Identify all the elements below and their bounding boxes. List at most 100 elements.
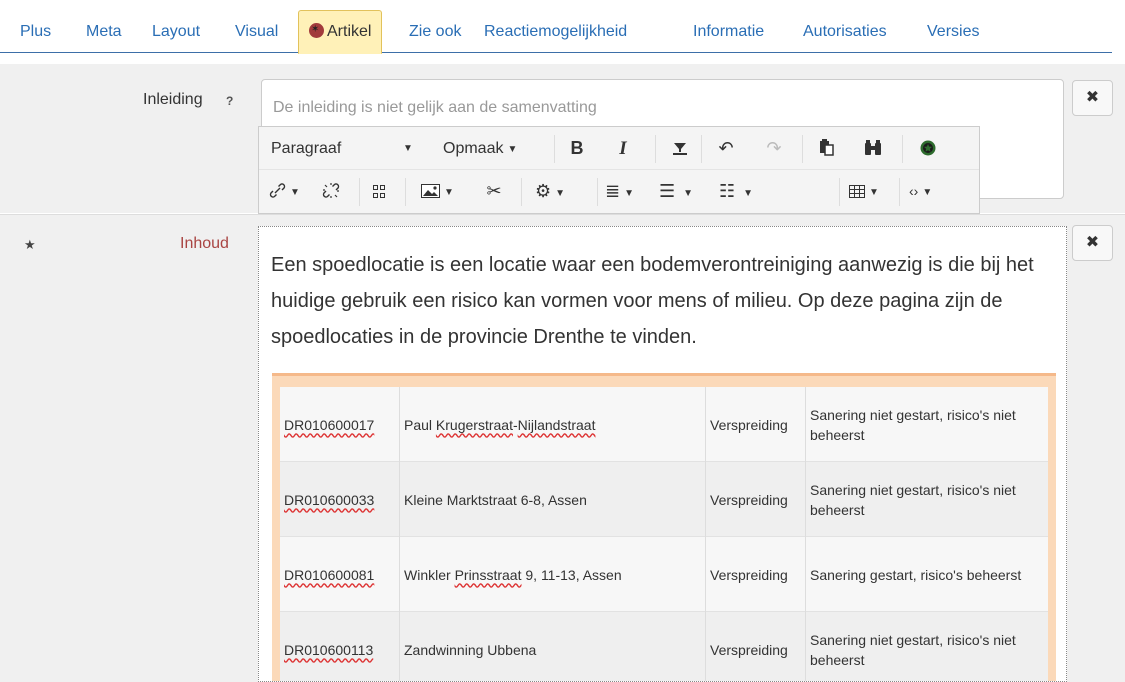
special-char-button[interactable] — [917, 127, 939, 170]
chevron-down-icon: ▼ — [683, 188, 694, 199]
format-block-label: Paragraaf — [271, 140, 342, 157]
grid-icon — [373, 185, 385, 198]
location-type: Verspreiding — [710, 641, 788, 658]
inleiding-label: Inleiding — [143, 91, 203, 108]
location-code: DR010600033 — [284, 491, 375, 508]
table-cell-code: DR010600033 — [280, 462, 400, 537]
tab-autorisaties[interactable]: Autorisaties — [793, 11, 897, 53]
tab-bar: Plus Meta Layout Visual Artikel Zie ook … — [0, 0, 1112, 54]
table-cell-status: Sanering niet gestart, risico's niet beh… — [806, 387, 1048, 462]
tab-zie-ook[interactable]: Zie ook — [399, 11, 471, 53]
toolbar-row-2: ▼ ▼ ✂ ⚙ ▼ ≣ ▼ ☰ ▼ ☷ ▼ ▼ ‹› ▼ — [259, 170, 979, 213]
spoedlocaties-table: DR010600017 Paul Krugerstraat-Nijlandstr… — [272, 373, 1056, 681]
source-code-dropdown[interactable]: ‹› ▼ — [909, 170, 932, 213]
settings-dropdown[interactable]: ⚙ ▼ — [535, 170, 565, 213]
table-cell-name: Kleine Marktstraat 6-8, Assen — [400, 462, 706, 537]
inhoud-label: Inhoud — [180, 235, 229, 252]
table-cell-type: Verspreiding — [706, 537, 806, 612]
location-name: Zandwinning Ubbena — [404, 641, 537, 658]
editor-toolbar: Paragraaf ▼ Opmaak ▼ B I ↶ ↷ ▼ ▼ ✂ ⚙ ▼ ≣… — [258, 126, 980, 214]
table-cell-code: DR010600081 — [280, 537, 400, 612]
delete-inhoud-button[interactable]: ✖ — [1072, 225, 1113, 261]
intro-paragraph: Een spoedlocatie is een locatie waar een… — [271, 254, 1034, 348]
styles-label: Opmaak — [443, 140, 504, 157]
special-char-icon — [920, 140, 936, 156]
numbered-list-icon: ☷ — [719, 181, 736, 201]
format-block-dropdown[interactable]: Paragraaf — [271, 127, 341, 170]
table-cell-type: Verspreiding — [706, 462, 806, 537]
table-dropdown[interactable]: ▼ — [849, 170, 879, 213]
chevron-down-icon: ▼ — [555, 188, 566, 199]
paste-button[interactable] — [815, 127, 837, 170]
location-code: DR010600017 — [284, 416, 375, 433]
table-cell-type: Verspreiding — [706, 612, 806, 681]
table-row: DR010600113 Zandwinning Ubbena Verspreid… — [280, 612, 1048, 681]
unlink-icon — [322, 183, 340, 198]
artikel-badge-icon — [309, 9, 324, 51]
chevron-down-icon: ▼ — [444, 187, 454, 198]
location-status: Sanering gestart, risico's beheerst — [810, 566, 1022, 583]
table-cell-status: Sanering niet gestart, risico's niet beh… — [806, 462, 1048, 537]
bold-label: B — [570, 138, 584, 158]
chevron-down-icon: ▼ — [290, 187, 300, 198]
cut-icon: ✂ — [486, 181, 502, 201]
location-name-part: Winkler — [404, 566, 455, 583]
chevron-down-icon: ▼ — [624, 188, 634, 199]
redo-icon: ↷ — [766, 138, 782, 158]
table-row: DR010600081 Winkler Prinsstraat 9, 11-13… — [280, 537, 1048, 612]
link-dropdown[interactable]: ▼ — [269, 170, 300, 213]
table-cell-type: Verspreiding — [706, 387, 806, 462]
location-type: Verspreiding — [710, 491, 788, 508]
chevron-down-icon[interactable]: ▼ — [403, 127, 413, 170]
italic-button[interactable]: I — [613, 127, 633, 170]
location-name-part: Nijlandstraat — [517, 416, 596, 433]
tab-meta[interactable]: Meta — [76, 11, 132, 53]
table-cell-status: Sanering niet gestart, risico's niet beh… — [806, 612, 1048, 681]
table-icon — [849, 185, 865, 198]
redo-button[interactable]: ↷ — [763, 127, 785, 170]
styles-dropdown[interactable]: Opmaak ▼ — [443, 127, 517, 170]
tab-plus[interactable]: Plus — [10, 11, 61, 53]
bold-button[interactable]: B — [567, 127, 587, 170]
gear-icon: ⚙ — [535, 181, 552, 201]
undo-button[interactable]: ↶ — [715, 127, 737, 170]
tab-informatie[interactable]: Informatie — [683, 11, 774, 53]
help-icon[interactable]: ? — [226, 94, 233, 108]
chevron-down-icon: ▼ — [743, 188, 754, 199]
unlink-button[interactable] — [319, 170, 343, 213]
inhoud-editor[interactable]: Een spoedlocatie is een locatie waar een… — [258, 226, 1067, 682]
numbered-list-dropdown[interactable]: ☷ ▼ — [719, 170, 753, 213]
required-star-icon: ★ — [24, 237, 36, 252]
image-dropdown[interactable]: ▼ — [421, 170, 454, 213]
tab-versies[interactable]: Versies — [917, 11, 989, 53]
location-name-part: Paul — [404, 416, 436, 433]
location-status: Sanering niet gestart, risico's niet beh… — [810, 631, 1016, 668]
delete-inleiding-button[interactable]: ✖ — [1072, 80, 1113, 116]
table-body: DR010600017 Paul Krugerstraat-Nijlandstr… — [280, 387, 1048, 681]
find-button[interactable] — [861, 127, 885, 170]
clear-format-button[interactable] — [669, 127, 691, 170]
close-icon: ✖ — [1085, 89, 1100, 106]
location-status: Sanering niet gestart, risico's niet beh… — [810, 481, 1016, 518]
tab-artikel-label: Artikel — [327, 23, 372, 40]
paste-icon — [819, 139, 834, 156]
align-dropdown[interactable]: ≣ ▼ — [605, 170, 634, 213]
chevron-down-icon: ▼ — [507, 144, 518, 155]
location-status: Sanering niet gestart, risico's niet beh… — [810, 406, 1016, 443]
table-row: DR010600017 Paul Krugerstraat-Nijlandstr… — [280, 387, 1048, 462]
cut-button[interactable]: ✂ — [483, 170, 505, 213]
grid-button[interactable] — [369, 170, 389, 213]
location-name-part: 9, 11-13, Assen — [521, 566, 622, 583]
chevron-down-icon: ▼ — [869, 187, 879, 198]
tab-layout[interactable]: Layout — [142, 11, 210, 53]
close-icon: ✖ — [1085, 234, 1100, 251]
tab-reactiemogelijkheid[interactable]: Reactiemogelijkheid — [474, 11, 637, 53]
find-icon — [865, 140, 881, 155]
table-cell-code: DR010600113 — [280, 612, 400, 681]
tab-visual[interactable]: Visual — [225, 11, 288, 53]
image-icon — [421, 184, 440, 198]
location-type: Verspreiding — [710, 416, 788, 433]
undo-icon: ↶ — [718, 138, 734, 158]
bullet-list-dropdown[interactable]: ☰ ▼ — [659, 170, 693, 213]
tab-artikel[interactable]: Artikel — [298, 9, 383, 54]
